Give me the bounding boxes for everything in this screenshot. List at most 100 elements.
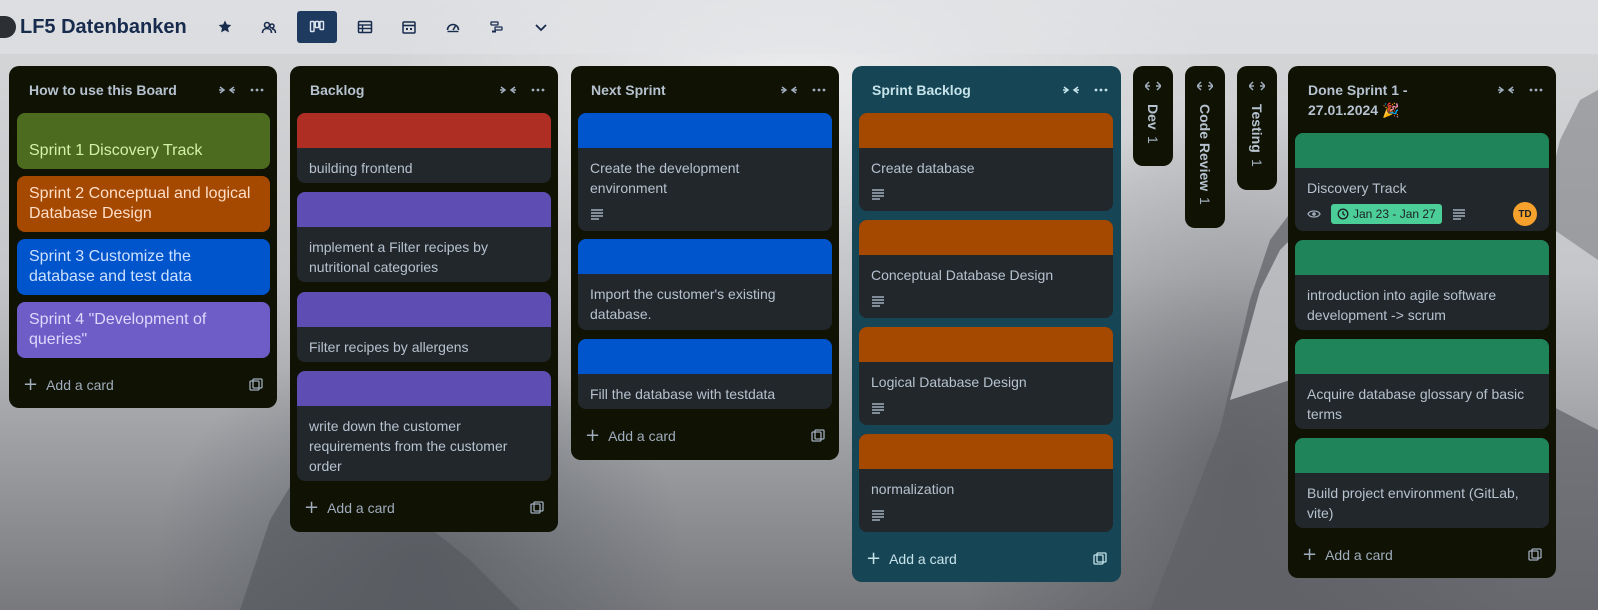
add-card-button[interactable]: + Add a card [866, 550, 957, 568]
card-cover [859, 220, 1113, 255]
collapsed-list-count: 1 [1249, 158, 1265, 167]
add-card-button[interactable]: + Add a card [23, 376, 114, 394]
list-card[interactable]: normalization [859, 434, 1113, 532]
list-card[interactable]: Fill the database with testdata [578, 339, 832, 409]
add-card-button[interactable]: + Add a card [585, 427, 676, 445]
card-cover [1295, 438, 1549, 473]
expand-list-icon[interactable] [1197, 80, 1213, 92]
create-from-template-icon[interactable] [1528, 548, 1542, 562]
card-cover [859, 434, 1113, 469]
timeline-view-button[interactable] [481, 11, 513, 43]
card-title: Sprint 1 Discovery Track [29, 142, 203, 159]
board-title[interactable]: LF5 Datenbanken [20, 16, 187, 39]
create-from-template-icon[interactable] [249, 378, 263, 392]
due-date-text: Jan 23 - Jan 27 [1353, 207, 1436, 221]
collapse-list-icon[interactable] [781, 83, 797, 97]
list-card[interactable]: Discovery Track Jan 23 - Jan 27 TD [1295, 133, 1549, 231]
list-card[interactable]: Sprint 1 Discovery Track [17, 113, 270, 169]
card-title: Sprint 4 "Development of queries" [29, 311, 207, 348]
list-card[interactable]: building frontend [297, 113, 551, 183]
calendar-view-icon [401, 19, 417, 35]
list-card[interactable]: Conceptual Database Design [859, 220, 1113, 318]
card-cover [578, 113, 832, 148]
workspace-avatar[interactable] [0, 16, 16, 38]
card-title: Sprint 3 Customize the database and test… [29, 248, 192, 285]
card-title: normalization [871, 481, 955, 497]
dashboard-view-button[interactable] [437, 11, 469, 43]
due-date-badge[interactable]: Jan 23 - Jan 27 [1331, 204, 1442, 224]
plus-icon: + [866, 548, 882, 569]
list-card[interactable]: write down the customer requirements fro… [297, 371, 551, 481]
add-card-label: Add a card [1325, 547, 1393, 563]
more-views-button[interactable] [525, 11, 557, 43]
expand-list-icon[interactable] [1249, 80, 1265, 92]
calendar-view-button[interactable] [393, 11, 425, 43]
list-menu-icon[interactable] [530, 83, 546, 97]
collapse-list-icon[interactable] [500, 83, 516, 97]
list-card[interactable]: Sprint 3 Customize the database and test… [17, 239, 270, 295]
list-card[interactable]: Create database [859, 113, 1113, 211]
collapse-list-icon[interactable] [1063, 83, 1079, 97]
clock-icon [1337, 208, 1349, 220]
list-card[interactable]: implement a Filter recipes by nutritiona… [297, 192, 551, 282]
description-icon [590, 208, 604, 220]
list-sprint-backlog: Sprint Backlog Create database Conceptua… [852, 66, 1121, 582]
list-card[interactable]: Sprint 2 Conceptual and logical Database… [17, 176, 270, 232]
star-button[interactable] [209, 11, 241, 43]
list-card[interactable]: introduction into agile software develop… [1295, 240, 1549, 330]
list-menu-icon[interactable] [1528, 83, 1544, 97]
table-view-button[interactable] [349, 11, 381, 43]
create-from-template-icon[interactable] [530, 501, 544, 515]
description-icon [871, 402, 885, 414]
list-card[interactable]: Build project environment (GitLab, vite) [1295, 438, 1549, 528]
card-title: Create the development environment [590, 160, 740, 196]
list-title[interactable]: Backlog [310, 80, 364, 100]
card-cover [297, 192, 551, 227]
card-cover [578, 339, 832, 374]
member-avatar[interactable]: TD [1513, 202, 1537, 226]
card-cover [1295, 339, 1549, 374]
card-title: Acquire database glossary of basic terms [1307, 386, 1525, 422]
card-cover [859, 113, 1113, 148]
collapsed-list-count: 1 [1197, 197, 1213, 205]
card-title: Build project environment (GitLab, vite) [1307, 485, 1519, 521]
board-header: LF5 Datenbanken [0, 0, 1598, 54]
board-view-button[interactable] [296, 11, 337, 43]
expand-list-icon[interactable] [1145, 80, 1161, 92]
description-icon [1452, 208, 1466, 220]
chevron-down-icon [533, 19, 549, 35]
list-card[interactable]: Filter recipes by allergens [297, 292, 551, 362]
collapse-list-icon[interactable] [219, 83, 235, 97]
list-menu-icon[interactable] [1093, 83, 1109, 97]
card-title: building frontend [309, 160, 413, 176]
workspace-visibility-icon [261, 19, 277, 35]
list-card[interactable]: Create the development environment [578, 113, 832, 231]
list-card[interactable]: Import the customer's existing database. [578, 239, 832, 330]
list-menu-icon[interactable] [249, 83, 265, 97]
card-title: introduction into agile software develop… [1307, 287, 1497, 323]
create-from-template-icon[interactable] [811, 429, 825, 443]
card-cover [859, 327, 1113, 362]
list-title[interactable]: Done Sprint 1 - 27.01.2024 🎉 [1308, 80, 1478, 120]
table-view-icon [357, 19, 373, 35]
list-title[interactable]: How to use this Board [29, 80, 177, 100]
add-card-button[interactable]: + Add a card [304, 499, 395, 517]
collapsed-list-testing[interactable]: Testing 1 [1237, 66, 1277, 190]
list-header: Sprint Backlog [852, 66, 1121, 112]
list-header: Next Sprint [571, 66, 839, 112]
add-card-label: Add a card [46, 377, 114, 393]
visibility-button[interactable] [253, 11, 285, 43]
list-menu-icon[interactable] [811, 83, 827, 97]
list-title[interactable]: Next Sprint [591, 80, 666, 100]
add-card-button[interactable]: + Add a card [1302, 546, 1393, 564]
card-title: Logical Database Design [871, 374, 1027, 390]
collapsed-list-dev[interactable]: Dev 1 [1133, 66, 1173, 166]
list-card[interactable]: Acquire database glossary of basic terms [1295, 339, 1549, 429]
create-from-template-icon[interactable] [1093, 552, 1107, 566]
list-card[interactable]: Sprint 4 "Development of queries" [17, 302, 270, 358]
list-card[interactable]: Logical Database Design [859, 327, 1113, 425]
collapse-list-icon[interactable] [1498, 83, 1514, 97]
collapsed-list-code-review[interactable]: Code Review 1 [1185, 66, 1225, 228]
plus-icon: + [304, 497, 320, 518]
list-title[interactable]: Sprint Backlog [872, 80, 971, 100]
